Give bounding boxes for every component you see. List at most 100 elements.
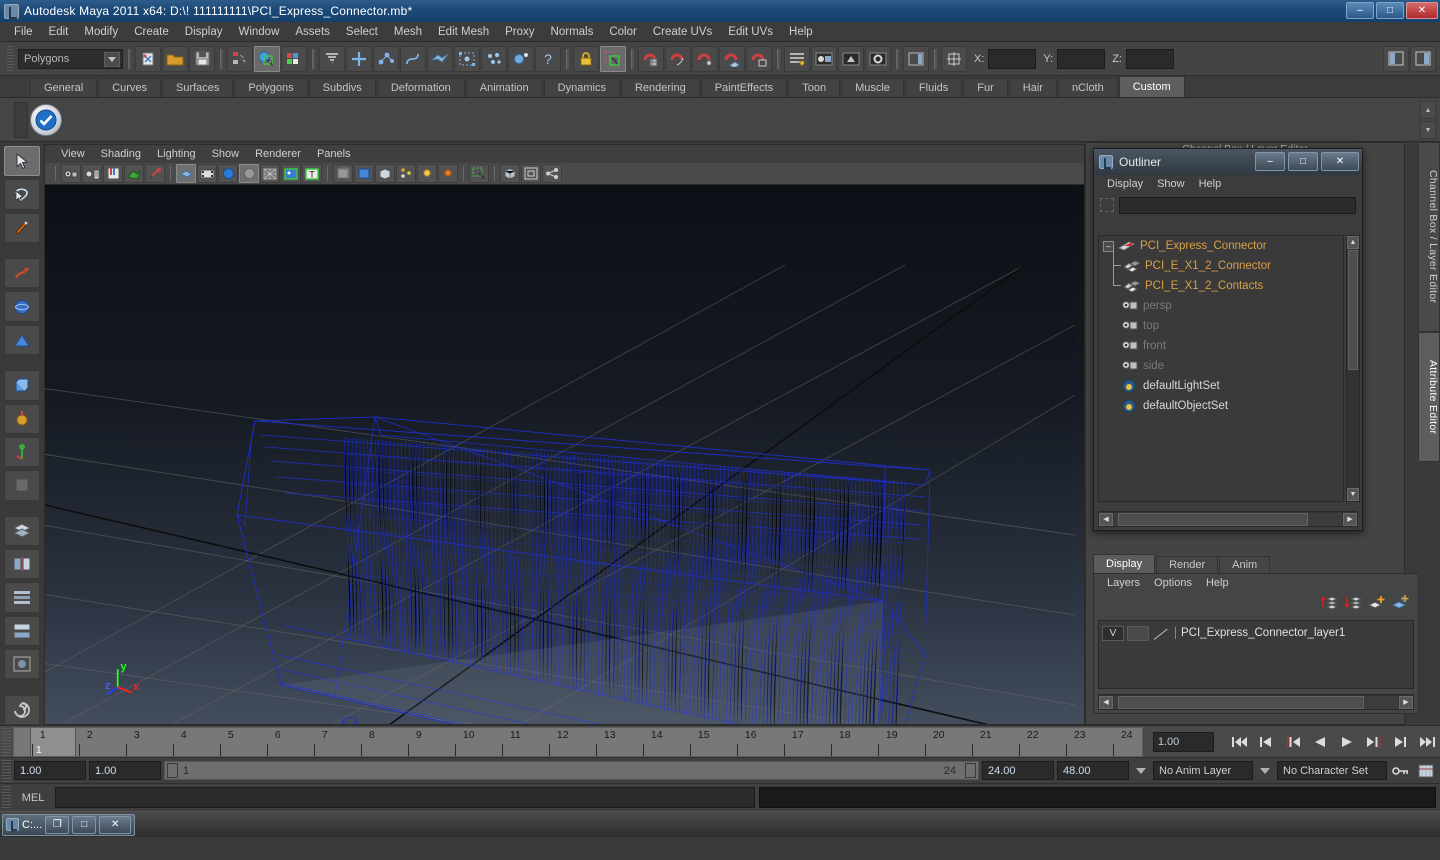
time-slider-track[interactable]: 1 12345678910111213141516171819202122232… xyxy=(13,727,1143,757)
perspective-viewport[interactable]: persp y x z xyxy=(45,185,1084,724)
scroll-up-icon[interactable]: ▲ xyxy=(1347,236,1359,249)
shelf-tab-surfaces[interactable]: Surfaces xyxy=(162,78,233,97)
layer-name[interactable]: PCI_Express_Connector_layer1 xyxy=(1175,627,1345,639)
range-start-handle[interactable] xyxy=(167,763,178,778)
shelf-tab-curves[interactable]: Curves xyxy=(98,78,161,97)
menu-create[interactable]: Create xyxy=(126,24,177,40)
shelf-tab-polygons[interactable]: Polygons xyxy=(234,78,307,97)
tab-channel-box-layer-editor[interactable]: Channel Box / Layer Editor xyxy=(1418,142,1440,332)
image-plane-icon[interactable] xyxy=(124,164,144,183)
shelf-tab-muscle[interactable]: Muscle xyxy=(841,78,904,97)
command-language-label[interactable]: MEL xyxy=(15,792,51,804)
current-frame-field[interactable]: 1.00 xyxy=(1153,732,1214,752)
layer-visibility-toggle[interactable]: V xyxy=(1102,626,1124,641)
range-slider-bar[interactable]: 1 24 xyxy=(164,761,979,780)
scroll-left-icon[interactable]: ◀ xyxy=(1099,696,1113,709)
share-node-icon[interactable] xyxy=(542,164,562,183)
step-back-keyframe-button[interactable] xyxy=(1253,730,1278,754)
camera-attributes-icon[interactable] xyxy=(82,164,102,183)
menu-display[interactable]: Display xyxy=(177,24,231,40)
selection-mask-handles-button[interactable] xyxy=(346,46,372,72)
layer-horizontal-scrollbar[interactable]: ◀ ▶ xyxy=(1098,694,1414,710)
tab-attribute-editor[interactable]: Attribute Editor xyxy=(1418,332,1440,462)
move-layer-up-icon[interactable] xyxy=(1320,594,1338,613)
shelf-tab-dynamics[interactable]: Dynamics xyxy=(544,78,620,97)
move-layer-down-icon[interactable] xyxy=(1344,594,1362,613)
selection-mask-joints-button[interactable] xyxy=(373,46,399,72)
menu-edit-mesh[interactable]: Edit Mesh xyxy=(430,24,497,40)
outliner-tree[interactable]: – PCI_Express_Connector PCI_E_X1_2_Conne… xyxy=(1098,235,1344,502)
layout-outliner-persp-icon[interactable] xyxy=(4,616,40,646)
select-by-component-type-button[interactable] xyxy=(281,46,307,72)
viewport-menu-lighting[interactable]: Lighting xyxy=(149,147,204,161)
outliner-row-persp[interactable]: persp xyxy=(1099,296,1343,316)
outliner-row-default-object-set[interactable]: defaultObjectSet xyxy=(1099,396,1343,416)
outliner-row-top[interactable]: top xyxy=(1099,316,1343,336)
viewport-lights-icon[interactable] xyxy=(417,164,437,183)
layer-color-swatch[interactable] xyxy=(1152,626,1172,641)
outliner-search-input[interactable] xyxy=(1119,197,1356,214)
menu-mesh[interactable]: Mesh xyxy=(386,24,430,40)
layer-row[interactable]: V PCI_Express_Connector_layer1 xyxy=(1102,624,1410,642)
coord-y-input[interactable] xyxy=(1057,49,1105,69)
lasso-tool[interactable] xyxy=(4,179,40,209)
grid-toggle-icon[interactable] xyxy=(176,164,196,183)
shaded-display-icon[interactable] xyxy=(218,164,238,183)
menu-file[interactable]: File xyxy=(6,24,41,40)
time-slider-grip[interactable] xyxy=(2,728,11,756)
selection-mask-curves-button[interactable] xyxy=(400,46,426,72)
outliner-row-pci-e-x1-2-contacts[interactable]: PCI_E_X1_2_Contacts xyxy=(1099,276,1343,296)
auto-keyframe-toggle-icon[interactable] xyxy=(1390,765,1412,777)
shelf-scroll-buttons[interactable]: ▲ ▼ xyxy=(1420,101,1436,139)
new-layer-icon[interactable] xyxy=(1368,594,1386,613)
shelf-grip[interactable] xyxy=(14,102,28,138)
outliner-row-side[interactable]: side xyxy=(1099,356,1343,376)
outliner-row-pci-e-x1-2-connector[interactable]: PCI_E_X1_2_Connector xyxy=(1099,256,1343,276)
taskbar-item[interactable]: C:... ❐ □ ✕ xyxy=(2,814,135,836)
select-by-object-type-button[interactable] xyxy=(254,46,280,72)
shelf-tab-rendering[interactable]: Rendering xyxy=(621,78,700,97)
pivot-mode-icon[interactable] xyxy=(941,46,967,72)
scale-tool[interactable] xyxy=(4,325,40,355)
construction-history-button[interactable] xyxy=(784,46,810,72)
move-tool[interactable] xyxy=(4,258,40,288)
layer-menu-help[interactable]: Help xyxy=(1199,576,1236,590)
new-scene-button[interactable] xyxy=(135,46,161,72)
scrollbar-thumb[interactable] xyxy=(1118,696,1364,709)
open-scene-button[interactable] xyxy=(162,46,188,72)
highlight-selection-mode-button[interactable] xyxy=(600,46,626,72)
menu-set-selector[interactable]: Polygons xyxy=(18,49,123,69)
shelf-scroll-down-icon[interactable]: ▼ xyxy=(1420,121,1436,139)
menu-create-uvs[interactable]: Create UVs xyxy=(645,24,720,40)
layer-menu-layers[interactable]: Layers xyxy=(1100,576,1147,590)
menu-normals[interactable]: Normals xyxy=(543,24,602,40)
wireframe-on-shaded-icon[interactable] xyxy=(260,164,280,183)
select-by-hierarchy-button[interactable] xyxy=(227,46,253,72)
menu-select[interactable]: Select xyxy=(338,24,386,40)
layout-persp-outliner-icon[interactable] xyxy=(4,549,40,579)
mel-command-input[interactable] xyxy=(55,787,755,808)
scroll-right-icon[interactable]: ▶ xyxy=(1343,513,1357,526)
outliner-menu-help[interactable]: Help xyxy=(1192,177,1229,191)
shelf-tab-subdivs[interactable]: Subdivs xyxy=(309,78,376,97)
smooth-shade-icon[interactable] xyxy=(239,164,259,183)
menu-edit-uvs[interactable]: Edit UVs xyxy=(720,24,781,40)
viewport-settings-icon[interactable] xyxy=(396,164,416,183)
shelf-tab-general[interactable]: General xyxy=(30,78,97,97)
selection-mask-misc-button[interactable]: ? xyxy=(535,46,561,72)
step-forward-keyframe-button[interactable] xyxy=(1388,730,1413,754)
taskbar-close-button[interactable]: ✕ xyxy=(99,816,131,834)
outliner-row-pci-express-connector[interactable]: – PCI_Express_Connector xyxy=(1099,236,1343,256)
selection-mask-rendering-button[interactable] xyxy=(508,46,534,72)
layer-tab-render[interactable]: Render xyxy=(1156,556,1218,573)
animation-end-time-field[interactable]: 48.00 xyxy=(1057,761,1129,780)
statusline-grip[interactable] xyxy=(7,46,14,72)
range-end-handle[interactable] xyxy=(965,763,976,778)
command-line-grip[interactable] xyxy=(2,786,11,810)
lock-selection-button[interactable] xyxy=(573,46,599,72)
film-gate-icon[interactable] xyxy=(197,164,217,183)
xray-joints-icon[interactable] xyxy=(354,164,374,183)
shelf-tab-animation[interactable]: Animation xyxy=(466,78,543,97)
play-backwards-button[interactable] xyxy=(1307,730,1332,754)
shelf-tab-ncloth[interactable]: nCloth xyxy=(1058,78,1118,97)
